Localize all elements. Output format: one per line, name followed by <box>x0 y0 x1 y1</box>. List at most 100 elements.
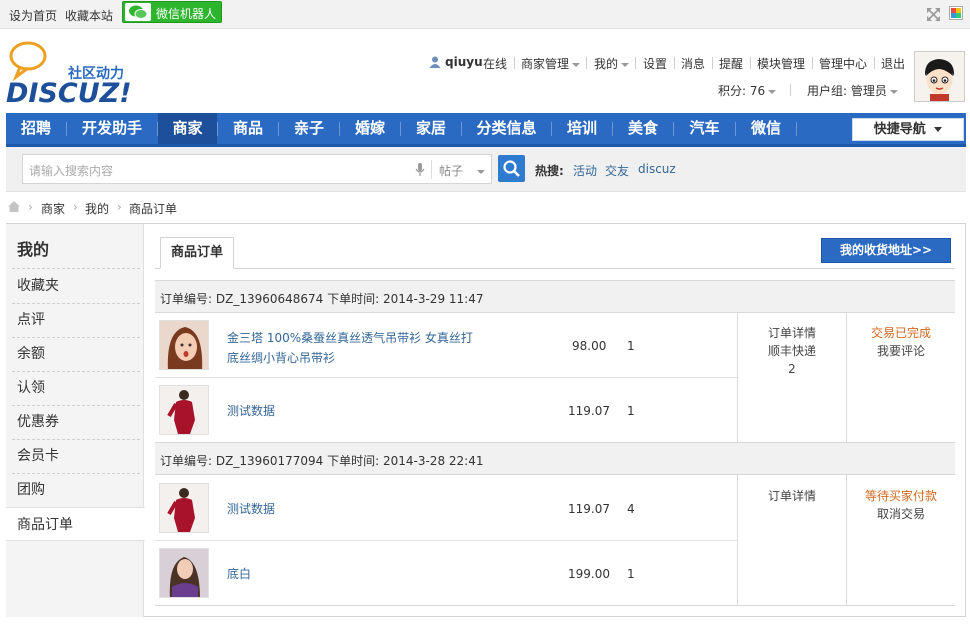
product-quantity: 1 <box>627 339 635 353</box>
settings-link[interactable]: 设置 <box>643 55 667 71</box>
admin-center-link[interactable]: 管理中心 <box>819 55 867 71</box>
nav-item-classifieds[interactable]: 分类信息 <box>462 113 551 144</box>
divider <box>586 57 587 69</box>
product-thumbnail[interactable] <box>159 320 209 370</box>
product-thumbnail[interactable] <box>159 483 209 533</box>
product-quantity: 4 <box>627 502 635 516</box>
color-scheme-icon[interactable] <box>949 6 963 20</box>
status-badge: 等待买家付款 <box>864 489 937 503</box>
product-name-link[interactable]: 金三塔 100%桑蚕丝真丝透气吊带衫 女真丝打 底丝绸小背心吊带衫 <box>227 328 473 368</box>
search-input[interactable]: 请输入搜索内容 帖子 <box>22 154 492 184</box>
microphone-icon[interactable] <box>415 163 425 177</box>
site-logo[interactable]: 社区动力 DISCUZ! <box>6 40 146 109</box>
nav-item-car[interactable]: 汽车 <box>674 113 735 144</box>
product-quantity: 1 <box>627 404 635 418</box>
order-header: 订单编号: DZ_13960648674 下单时间: 2014-3-29 11:… <box>155 280 955 313</box>
reminders-link[interactable]: 提醒 <box>719 55 743 71</box>
username-link[interactable]: qiuyu <box>445 55 483 71</box>
sidebar: 我的 收藏夹 点评 余额 认领 优惠券 会员卡 团购 商品订单 <box>6 224 145 617</box>
nav-item-goods[interactable]: 商品 <box>218 113 278 144</box>
bookmark-link[interactable]: 收藏本站 <box>65 7 113 24</box>
order-info: 订单详情 顺丰快递 2 <box>738 324 846 378</box>
merchant-manage-menu[interactable]: 商家管理 <box>521 55 581 71</box>
tab-underline <box>155 268 955 269</box>
sidebar-item-member-card[interactable]: 会员卡 <box>6 439 144 473</box>
breadcrumb-current: 商品订单 <box>129 202 178 216</box>
wechat-robot-label: 微信机器人 <box>156 7 217 21</box>
sidebar-item-group-buy[interactable]: 团购 <box>6 473 144 507</box>
breadcrumb-merchant[interactable]: 商家 <box>41 200 65 217</box>
sidebar-item-favorites[interactable]: 收藏夹 <box>6 269 144 303</box>
shipping-number: 2 <box>788 362 796 376</box>
nav-item-parenting[interactable]: 亲子 <box>279 113 339 144</box>
sidebar-title: 我的 <box>17 240 50 259</box>
online-status: 在线 <box>483 57 508 71</box>
product-thumbnail[interactable] <box>159 385 209 435</box>
nav-item-training[interactable]: 培训 <box>552 113 612 144</box>
search-bar: 请输入搜索内容 帖子 热搜: 活动 交友 discuz <box>6 147 966 192</box>
sidebar-item-reviews[interactable]: 点评 <box>6 303 144 337</box>
nav-item-wechat[interactable]: 微信 <box>736 113 796 144</box>
nav-item-wedding[interactable]: 婚嫁 <box>340 113 400 144</box>
order-detail-link[interactable]: 订单详情 <box>738 487 846 505</box>
divider <box>514 57 515 69</box>
divider <box>812 57 813 69</box>
product-price: 98.00 <box>572 339 607 353</box>
search-divider <box>431 160 432 179</box>
write-review-link[interactable]: 我要评论 <box>847 342 955 360</box>
main-nav: 招聘 开发助手 商家 商品 亲子 婚嫁 家居 分类信息 培训 美食 汽车 微信 … <box>6 113 966 147</box>
row-divider <box>155 377 737 378</box>
sidebar-item-balance[interactable]: 余额 <box>6 337 144 371</box>
my-address-button[interactable]: 我的收货地址>> <box>821 238 951 263</box>
row-divider <box>155 540 737 541</box>
wechat-robot-button[interactable]: 微信机器人 <box>122 1 222 23</box>
my-menu[interactable]: 我的 <box>594 55 630 71</box>
order-status-cell: 交易已完成 我要评论 <box>847 324 955 360</box>
quick-nav-button[interactable]: 快捷导航 <box>852 118 964 141</box>
product-thumbnail[interactable] <box>159 548 209 598</box>
order-header-text: 订单编号: DZ_13960648674 下单时间: 2014-3-29 11:… <box>160 292 484 306</box>
nav-item-dev-helper[interactable]: 开发助手 <box>67 113 157 144</box>
order-detail-link[interactable]: 订单详情 <box>738 324 846 342</box>
tab-goods-orders[interactable]: 商品订单 <box>160 237 234 269</box>
search-icon <box>503 160 520 177</box>
breadcrumb-mine[interactable]: 我的 <box>85 200 109 217</box>
module-manage-link[interactable]: 模块管理 <box>757 55 805 71</box>
hot-search-label: 热搜: <box>535 164 564 178</box>
points-menu[interactable]: 积分: 76 <box>718 82 777 98</box>
divider <box>874 57 875 69</box>
product-price: 119.07 <box>568 502 610 516</box>
product-quantity: 1 <box>627 567 635 581</box>
expand-icon[interactable] <box>926 7 941 22</box>
shipping-carrier: 顺丰快递 <box>767 344 816 358</box>
product-name-link[interactable]: 测试数据 <box>227 401 275 421</box>
nav-divider <box>796 122 797 136</box>
sidebar-item-claim[interactable]: 认领 <box>6 371 144 405</box>
search-button[interactable] <box>498 155 525 182</box>
avatar[interactable] <box>914 51 965 102</box>
divider <box>635 57 636 69</box>
order-status-cell: 等待买家付款 取消交易 <box>847 487 955 523</box>
messages-link[interactable]: 消息 <box>681 55 705 71</box>
nav-item-merchant[interactable]: 商家 <box>158 113 217 144</box>
product-name-link[interactable]: 底白 <box>227 564 251 584</box>
user-icon <box>429 56 441 68</box>
nav-item-recruit[interactable]: 招聘 <box>6 113 66 144</box>
logout-link[interactable]: 退出 <box>881 55 905 71</box>
set-home-link[interactable]: 设为首页 <box>9 7 57 24</box>
product-name-link[interactable]: 测试数据 <box>227 499 275 519</box>
sidebar-item-goods-orders[interactable]: 商品订单 <box>6 507 145 541</box>
cancel-trade-link[interactable]: 取消交易 <box>847 505 955 523</box>
divider <box>712 57 713 69</box>
breadcrumb-separator: › <box>28 200 33 214</box>
search-scope-select[interactable]: 帖子 <box>439 162 486 179</box>
nav-item-home[interactable]: 家居 <box>401 113 461 144</box>
user-group-menu[interactable]: 用户组: 管理员 <box>807 82 898 98</box>
hot-search-term[interactable]: 交友 <box>605 162 629 179</box>
home-icon[interactable] <box>7 200 21 213</box>
sidebar-item-coupons[interactable]: 优惠券 <box>6 405 144 439</box>
nav-item-food[interactable]: 美食 <box>613 113 673 144</box>
order-header: 订单编号: DZ_13960177094 下单时间: 2014-3-28 22:… <box>155 442 955 475</box>
hot-search-term[interactable]: discuz <box>638 162 676 176</box>
hot-search-term[interactable]: 活动 <box>573 162 597 179</box>
